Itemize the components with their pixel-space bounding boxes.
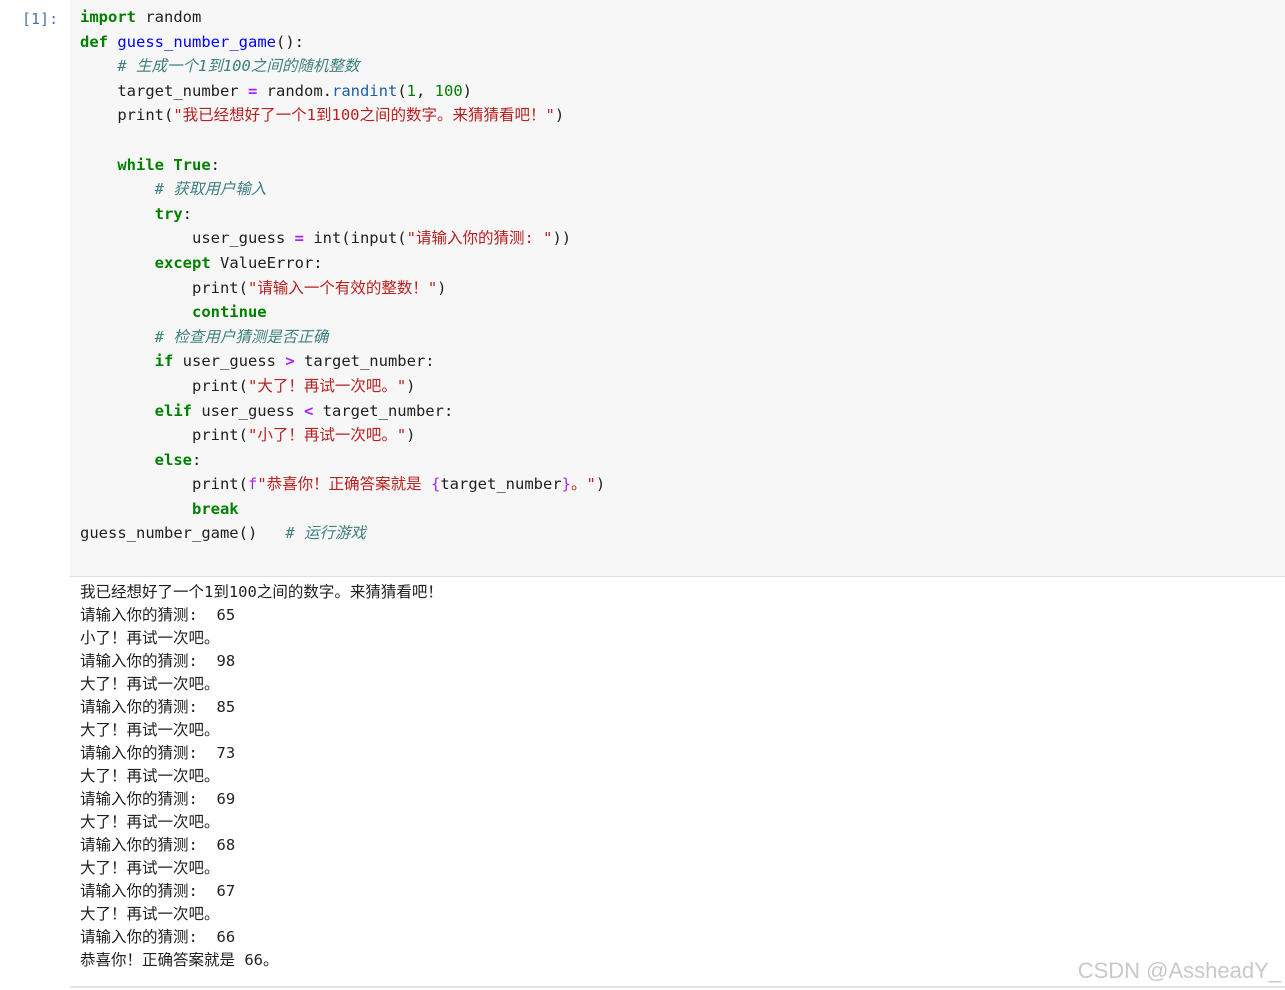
output-line: 大了！再试一次吧。 <box>80 767 220 785</box>
code-line: def guess_number_game(): <box>80 32 304 51</box>
operator: < <box>303 401 314 420</box>
string-literal: 。" <box>571 475 596 494</box>
code-line: elif user_guess < target_number: <box>154 401 454 420</box>
code-line: print("我已经想好了一个1到100之间的数字。来猜猜看吧！") <box>80 106 565 125</box>
output-line: 大了！再试一次吧。 <box>80 721 220 739</box>
code-line: user_guess = int(input("请输入你的猜测: ")) <box>80 229 572 248</box>
code-line: # 检查用户猜测是否正确 <box>80 327 329 346</box>
code-line: if user_guess > target_number: <box>154 352 435 371</box>
keyword-except: except <box>154 253 211 272</box>
operator: = <box>247 81 258 100</box>
code-line: # 生成一个1到100之间的随机整数 <box>80 57 359 75</box>
string-literal: "请输入一个有效的整数！" <box>247 278 438 297</box>
keyword-while: while <box>117 155 164 174</box>
code-line: print("大了！再试一次吧。") <box>80 376 416 395</box>
code-comment: # 检查用户猜测是否正确 <box>154 327 329 346</box>
watermark: CSDN @AssheadY_ <box>1077 958 1281 983</box>
number-literal: 1 <box>406 81 416 100</box>
code-comment: # 运行游戏 <box>285 524 366 543</box>
output-line: 请输入你的猜测: 66 <box>80 928 236 946</box>
cell-divider <box>70 986 1285 988</box>
number-literal: 100 <box>434 81 463 100</box>
output-line: 请输入你的猜测: 67 <box>80 882 236 900</box>
code-line: break <box>80 500 239 518</box>
code-comment: # 生成一个1到100之间的随机整数 <box>117 57 360 76</box>
code-line: continue <box>80 303 267 321</box>
output-line: 请输入你的猜测: 73 <box>80 744 236 762</box>
output-line: 大了！再试一次吧。 <box>80 859 220 877</box>
keyword-true: True <box>173 155 211 174</box>
code-line: print("请输入一个有效的整数！") <box>80 278 447 297</box>
code-line: print("小了！再试一次吧。") <box>80 426 416 445</box>
code-line: except ValueError: <box>154 253 323 272</box>
string-literal: "请输入你的猜测: " <box>406 229 553 248</box>
code-line: target_number = random.randint(1, 100) <box>80 81 473 100</box>
operator: > <box>285 352 295 371</box>
code-comment: # 获取用户输入 <box>154 180 267 199</box>
fstring-brace: { <box>431 475 441 494</box>
output-line: 大了！再试一次吧。 <box>80 813 220 831</box>
output-line: 大了！再试一次吧。 <box>80 905 220 923</box>
code-line: while True: <box>117 155 221 174</box>
keyword-break: break <box>191 499 239 518</box>
output-line: 大了！再试一次吧。 <box>80 675 220 693</box>
code-editor[interactable]: import random def guess_number_game(): #… <box>80 5 605 546</box>
string-literal: "我已经想好了一个1到100之间的数字。来猜猜看吧！" <box>173 106 555 125</box>
output-line: 请输入你的猜测: 68 <box>80 836 236 854</box>
output-line: 小了！再试一次吧。 <box>80 629 220 647</box>
output-line: 恭喜你！正确答案就是 66。 <box>80 951 279 969</box>
keyword-def: def <box>80 32 108 51</box>
fstring-prefix: f <box>247 475 258 494</box>
function-name: guess_number_game <box>117 32 276 51</box>
output-line: 请输入你的猜测: 65 <box>80 606 236 624</box>
keyword-try: try <box>154 204 183 223</box>
keyword-import: import <box>80 8 136 26</box>
fstring-brace: } <box>561 475 572 494</box>
cell-prompt: [1]: <box>22 10 59 28</box>
output-line: 请输入你的猜测: 69 <box>80 790 236 808</box>
code-line: print(f"恭喜你！正确答案就是 {target_number}。") <box>80 475 606 494</box>
keyword-if: if <box>154 352 174 371</box>
code-line: guess_number_game() # 运行游戏 <box>80 524 366 543</box>
code-line: # 获取用户输入 <box>80 180 267 199</box>
method-name: randint <box>331 81 398 100</box>
string-literal: "恭喜你！正确答案就是 <box>257 475 431 494</box>
keyword-continue: continue <box>191 303 267 322</box>
string-literal: "大了！再试一次吧。" <box>247 376 407 395</box>
operator: = <box>294 229 304 248</box>
output-text: 我已经想好了一个1到100之间的数字。来猜猜看吧！ 请输入你的猜测: 65 小了… <box>80 581 443 972</box>
output-line: 请输入你的猜测: 85 <box>80 698 236 716</box>
output-line: 我已经想好了一个1到100之间的数字。来猜猜看吧！ <box>80 583 443 601</box>
keyword-elif: elif <box>154 401 192 420</box>
string-literal: "小了！再试一次吧。" <box>247 426 407 445</box>
code-line: else: <box>154 450 202 469</box>
code-line: try: <box>154 204 192 223</box>
output-line: 请输入你的猜测: 98 <box>80 652 236 670</box>
code-line: import random <box>80 8 202 26</box>
keyword-else: else <box>154 450 192 469</box>
